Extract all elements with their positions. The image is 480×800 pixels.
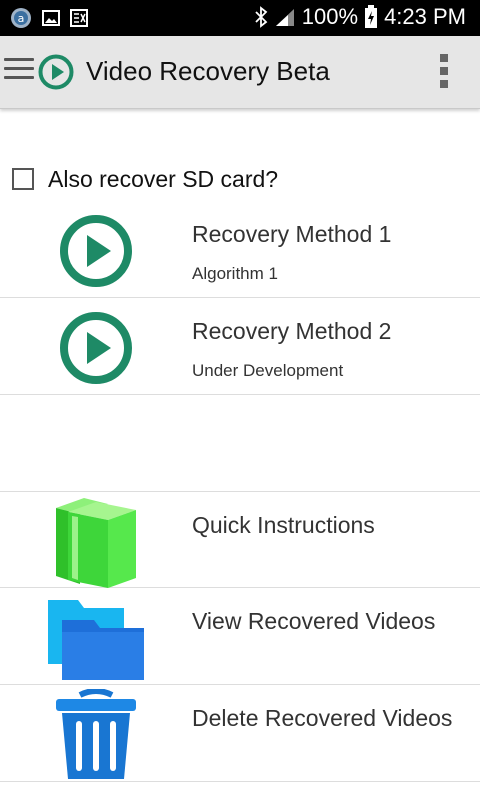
folder-icon [48, 600, 144, 680]
sd-card-checkbox[interactable] [12, 168, 34, 190]
view-recovered-videos-title: View Recovered Videos [192, 608, 436, 634]
recovery-method-1-subtitle: Algorithm 1 [192, 264, 278, 283]
battery-charging-icon [365, 5, 378, 28]
trash-icon [56, 689, 136, 779]
signal-icon [275, 9, 294, 26]
view-recovered-videos-item[interactable]: View Recovered Videos [0, 588, 480, 685]
sim-notification-icon [70, 9, 88, 27]
delete-recovered-videos-title: Delete Recovered Videos [192, 705, 453, 731]
quick-instructions-title: Quick Instructions [192, 512, 375, 538]
image-notification-icon [42, 10, 60, 26]
sd-card-label: Also recover SD card? [48, 165, 279, 192]
recovery-method-1-item[interactable]: Recovery Method 1 Algorithm 1 [0, 201, 480, 298]
page-title: Video Recovery Beta [86, 56, 330, 86]
book-icon [56, 498, 136, 588]
play-circle-icon [60, 312, 132, 384]
hamburger-menu-icon[interactable] [4, 58, 34, 86]
recovery-method-2-title: Recovery Method 2 [192, 318, 392, 344]
status-indicators: 100% 4:23 PM [254, 4, 466, 30]
clock: 4:23 PM [384, 4, 466, 29]
status-bar: a 100% 4:23 PM [0, 0, 480, 36]
status-notifications: a [10, 7, 88, 29]
svg-text:a: a [18, 12, 25, 25]
app-logo-play-icon [38, 54, 74, 90]
battery-percent: 100% [301, 4, 359, 29]
quick-instructions-item[interactable]: Quick Instructions [0, 491, 480, 588]
bluetooth-icon [255, 6, 268, 28]
recovery-method-1-title: Recovery Method 1 [192, 221, 392, 247]
delete-recovered-videos-item[interactable]: Delete Recovered Videos [0, 685, 480, 782]
play-circle-icon [60, 215, 132, 287]
recovery-method-2-subtitle: Under Development [192, 361, 344, 380]
app-bar: Video Recovery Beta [0, 36, 480, 109]
sd-card-option[interactable]: Also recover SD card? [12, 164, 278, 194]
recovery-method-2-item[interactable]: Recovery Method 2 Under Development [0, 298, 480, 395]
app-notification-icon: a [11, 8, 31, 28]
overflow-menu-icon[interactable] [438, 54, 450, 90]
